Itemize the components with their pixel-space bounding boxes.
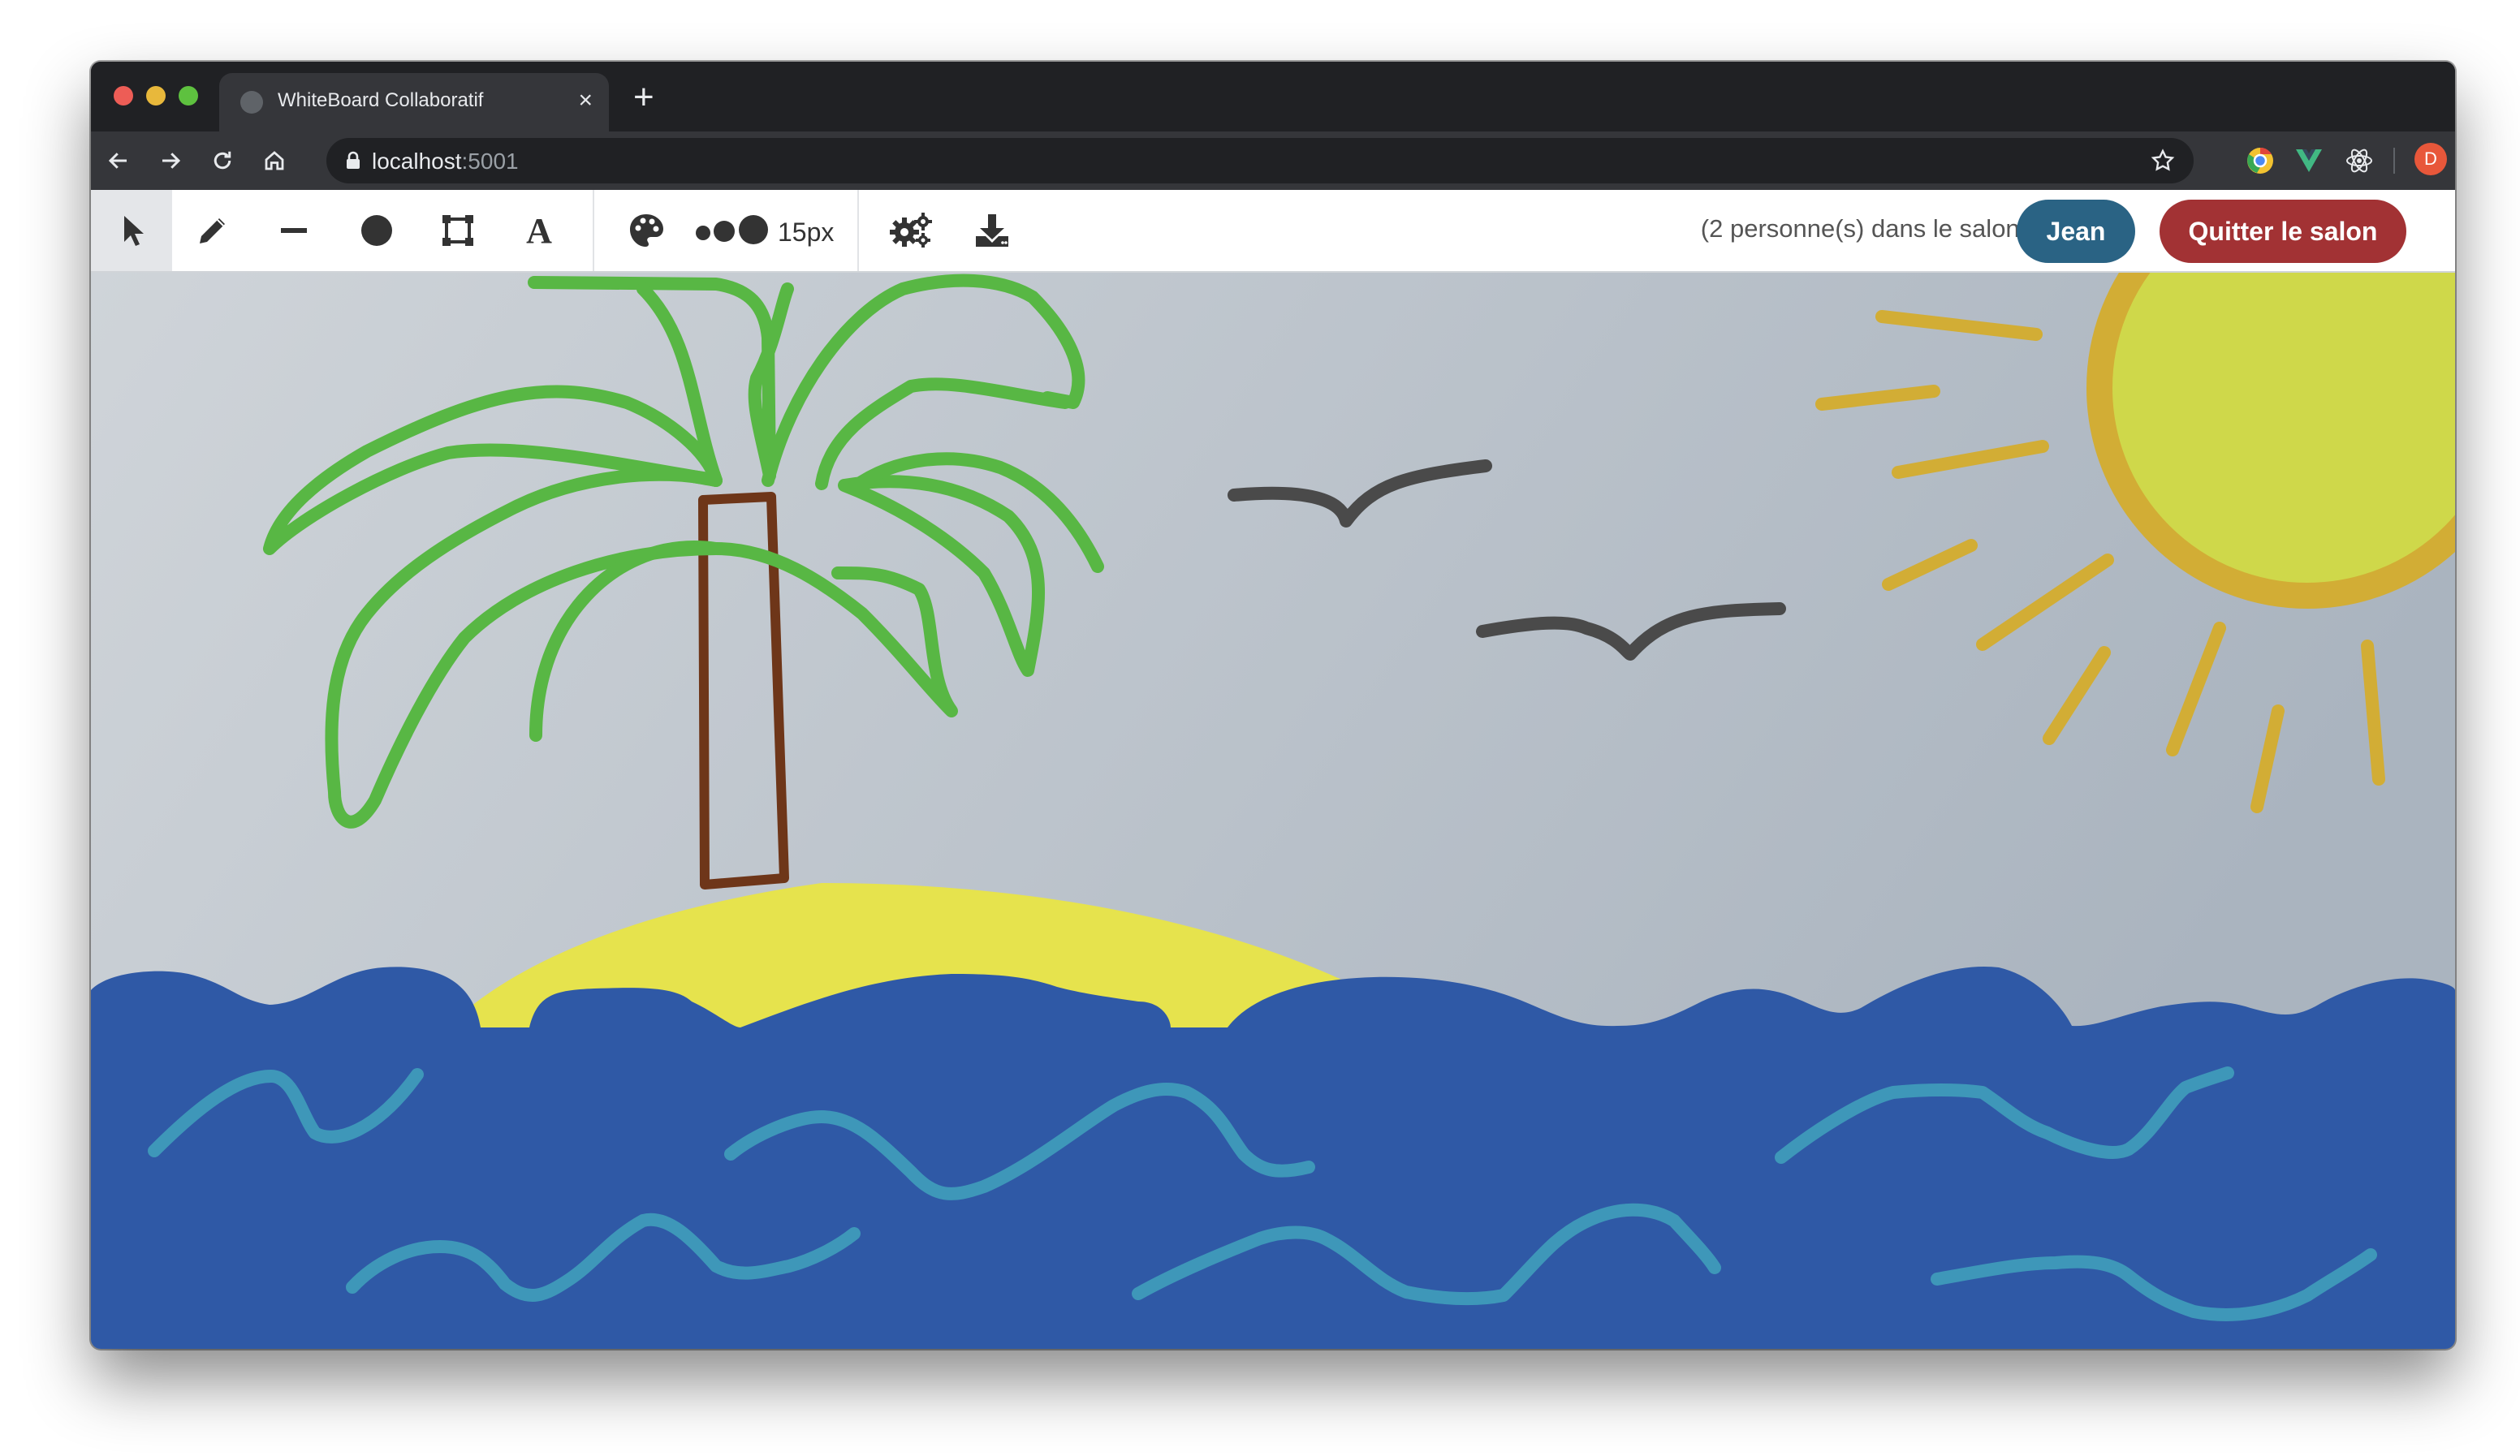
palette-icon [630, 214, 663, 247]
url-port: :5001 [461, 149, 519, 174]
vue-devtools-icon[interactable] [2293, 144, 2325, 177]
tab-title: WhiteBoard Collaboratif [278, 89, 484, 111]
react-devtools-icon[interactable] [2343, 144, 2375, 177]
text-tool-button[interactable]: A [498, 190, 580, 271]
circle-icon [361, 215, 392, 246]
whiteboard-toolbar: A 15px (2 personne(s) dans le salon) Jea… [91, 190, 2455, 273]
home-icon [265, 151, 284, 170]
whiteboard-canvas[interactable] [91, 273, 2455, 1349]
canvas-drawing[interactable] [91, 273, 2455, 1349]
close-tab-icon[interactable]: × [578, 84, 593, 117]
select-tool-button[interactable] [91, 190, 172, 271]
browser-window: WhiteBoard Collaboratif × + localhost:50… [91, 62, 2455, 1349]
maximize-window-button[interactable] [179, 86, 198, 106]
home-button[interactable] [255, 141, 294, 180]
browser-tab[interactable]: WhiteBoard Collaboratif × [219, 73, 609, 131]
circle-tool-button[interactable] [336, 190, 417, 271]
brush-size-label: 15px [778, 218, 835, 247]
pencil-tool-button[interactable] [172, 190, 253, 271]
rectangle-tool-button[interactable] [417, 190, 498, 271]
title-bar: WhiteBoard Collaboratif × + [91, 62, 2455, 131]
chrome-extension-icon[interactable] [2244, 144, 2276, 177]
arrow-right-icon [162, 153, 181, 169]
color-tool-button[interactable] [606, 190, 687, 271]
toolbar-divider [2393, 148, 2395, 174]
reload-button[interactable] [203, 141, 242, 180]
reload-icon [214, 151, 231, 170]
browser-toolbar: localhost:5001 D [91, 131, 2455, 190]
minimize-window-button[interactable] [146, 86, 166, 106]
back-button[interactable] [99, 141, 138, 180]
profile-avatar[interactable]: D [2414, 143, 2447, 175]
forward-button[interactable] [151, 141, 190, 180]
gears-icon [890, 213, 932, 248]
line-tool-button[interactable] [253, 190, 334, 271]
bookmark-star-icon[interactable] [2150, 148, 2176, 174]
people-count-label: (2 personne(s) dans le salon) [1700, 214, 2028, 243]
arrow-left-icon [108, 153, 127, 169]
minus-line-icon [281, 228, 307, 233]
globe-icon [240, 91, 263, 114]
vector-square-icon [442, 215, 473, 246]
cursor-arrow-icon [124, 216, 144, 246]
quit-room-button[interactable]: Quitter le salon [2160, 200, 2406, 263]
url-host: localhost [372, 149, 462, 174]
brush-size-dots-icon [696, 215, 768, 244]
close-window-button[interactable] [114, 86, 133, 106]
settings-tool-button[interactable] [870, 190, 951, 271]
lock-icon [347, 151, 360, 169]
pencil-icon [200, 218, 225, 243]
toolbar-separator [857, 190, 859, 271]
toolbar-separator [593, 190, 594, 271]
new-tab-button[interactable]: + [633, 78, 654, 117]
download-tool-button[interactable] [951, 190, 1033, 271]
download-icon [976, 214, 1008, 247]
user-name-button[interactable]: Jean [2017, 200, 2135, 263]
url-text: localhost:5001 [372, 149, 519, 174]
address-bar[interactable]: localhost:5001 [326, 138, 2194, 183]
size-tool-button[interactable] [692, 190, 773, 271]
